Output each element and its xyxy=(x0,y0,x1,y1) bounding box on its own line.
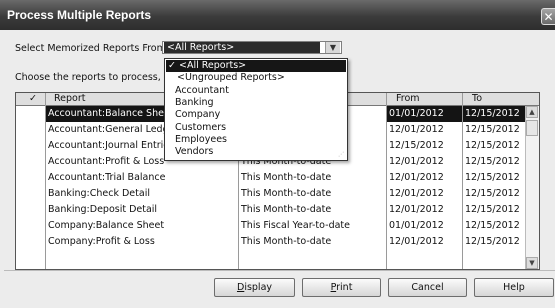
cell-range: This Month-to-date xyxy=(241,236,332,247)
cell-to: 12/15/2012 xyxy=(465,172,520,183)
scroll-down-icon[interactable]: ▼ xyxy=(526,257,538,269)
cell-from: 12/01/2012 xyxy=(389,236,444,247)
cell-from: 12/01/2012 xyxy=(389,156,444,167)
divider xyxy=(4,270,555,271)
cell-from: 12/15/2012 xyxy=(389,140,444,151)
dropdown-item[interactable]: Banking xyxy=(166,97,346,109)
combo-value: <All Reports> xyxy=(164,42,320,53)
cell-to: 12/15/2012 xyxy=(465,140,520,151)
cell-report: Accountant:Trial Balance xyxy=(48,172,166,183)
window-title: Process Multiple Reports xyxy=(7,8,152,22)
cell-range: This Month-to-date xyxy=(241,172,332,183)
table-row[interactable]: Company:Profit & Loss This Month-to-date 1… xyxy=(16,234,539,250)
dropdown-item[interactable]: Company xyxy=(166,109,346,121)
dropdown-item[interactable]: Customers xyxy=(166,122,346,134)
close-icon[interactable]: ✕ xyxy=(541,8,555,25)
cell-from: 12/01/2012 xyxy=(389,204,444,215)
column-header-from[interactable]: From xyxy=(396,93,420,105)
table-row[interactable]: Accountant:Trial Balance This Month-to-da… xyxy=(16,170,539,186)
cell-from: 01/01/2012 xyxy=(389,220,444,231)
vertical-scrollbar[interactable]: ▲ ▼ xyxy=(525,106,539,269)
cell-report: Banking:Deposit Detail xyxy=(48,204,158,215)
column-header-report[interactable]: Report xyxy=(54,93,86,105)
cell-from: 12/01/2012 xyxy=(389,172,444,183)
scroll-up-icon[interactable]: ▲ xyxy=(526,106,538,118)
table-row[interactable]: Company:Balance Sheet This Fiscal Year-to… xyxy=(16,218,539,234)
cell-to: 12/15/2012 xyxy=(465,220,520,231)
cell-to: 12/15/2012 xyxy=(465,188,520,199)
cell-to: 12/15/2012 xyxy=(463,106,527,122)
dropdown-item[interactable]: Employees xyxy=(166,134,346,146)
cell-range: This Month-to-date xyxy=(241,188,332,199)
dropdown-item[interactable]: Accountant xyxy=(166,85,346,97)
dropdown-item[interactable]: ✓ <All Reports> xyxy=(166,60,346,72)
cancel-button[interactable]: Cancel xyxy=(388,278,467,297)
memorized-reports-combo[interactable]: <All Reports> ▼ xyxy=(162,41,342,54)
cell-to: 12/15/2012 xyxy=(465,204,520,215)
reports-dropdown-list[interactable]: ✓ <All Reports> <Ungrouped Reports> Accoun… xyxy=(164,58,348,161)
help-button[interactable]: Help xyxy=(474,278,554,297)
cell-to: 12/15/2012 xyxy=(465,156,520,167)
cell-to: 12/15/2012 xyxy=(465,124,520,135)
cell-range: This Fiscal Year-to-date xyxy=(241,220,350,231)
scrollbar-thumb[interactable] xyxy=(526,120,538,136)
column-header-to[interactable]: To xyxy=(472,93,482,105)
cell-range: This Month-to-date xyxy=(241,204,332,215)
chevron-down-icon[interactable]: ▼ xyxy=(325,42,340,53)
cell-from: 01/01/2012 xyxy=(387,106,462,122)
table-row[interactable]: Banking:Deposit Detail This Month-to-date… xyxy=(16,202,539,218)
cell-report: Banking:Check Detail xyxy=(48,188,150,199)
cell-report: Company:Profit & Loss xyxy=(48,236,155,247)
resize-grip-icon[interactable]: ⋰ xyxy=(338,151,345,158)
print-button[interactable]: Print xyxy=(302,278,381,297)
select-reports-label: Select Memorized Reports From xyxy=(15,43,166,54)
instructions-text: Choose the reports to process, ( xyxy=(15,72,168,83)
dropdown-item[interactable]: <Ungrouped Reports> xyxy=(166,72,346,84)
table-row[interactable]: Banking:Check Detail This Month-to-date 12… xyxy=(16,186,539,202)
cell-report: Company:Balance Sheet xyxy=(48,220,165,231)
checkmark-icon[interactable]: ✓ xyxy=(29,93,37,105)
title-bar: Process Multiple Reports ✕ xyxy=(0,0,555,30)
cell-to: 12/15/2012 xyxy=(465,236,520,247)
cell-from: 12/01/2012 xyxy=(389,124,444,135)
dropdown-item[interactable]: Vendors xyxy=(166,146,346,158)
display-button[interactable]: Display xyxy=(214,278,295,297)
cell-from: 12/01/2012 xyxy=(389,188,444,199)
